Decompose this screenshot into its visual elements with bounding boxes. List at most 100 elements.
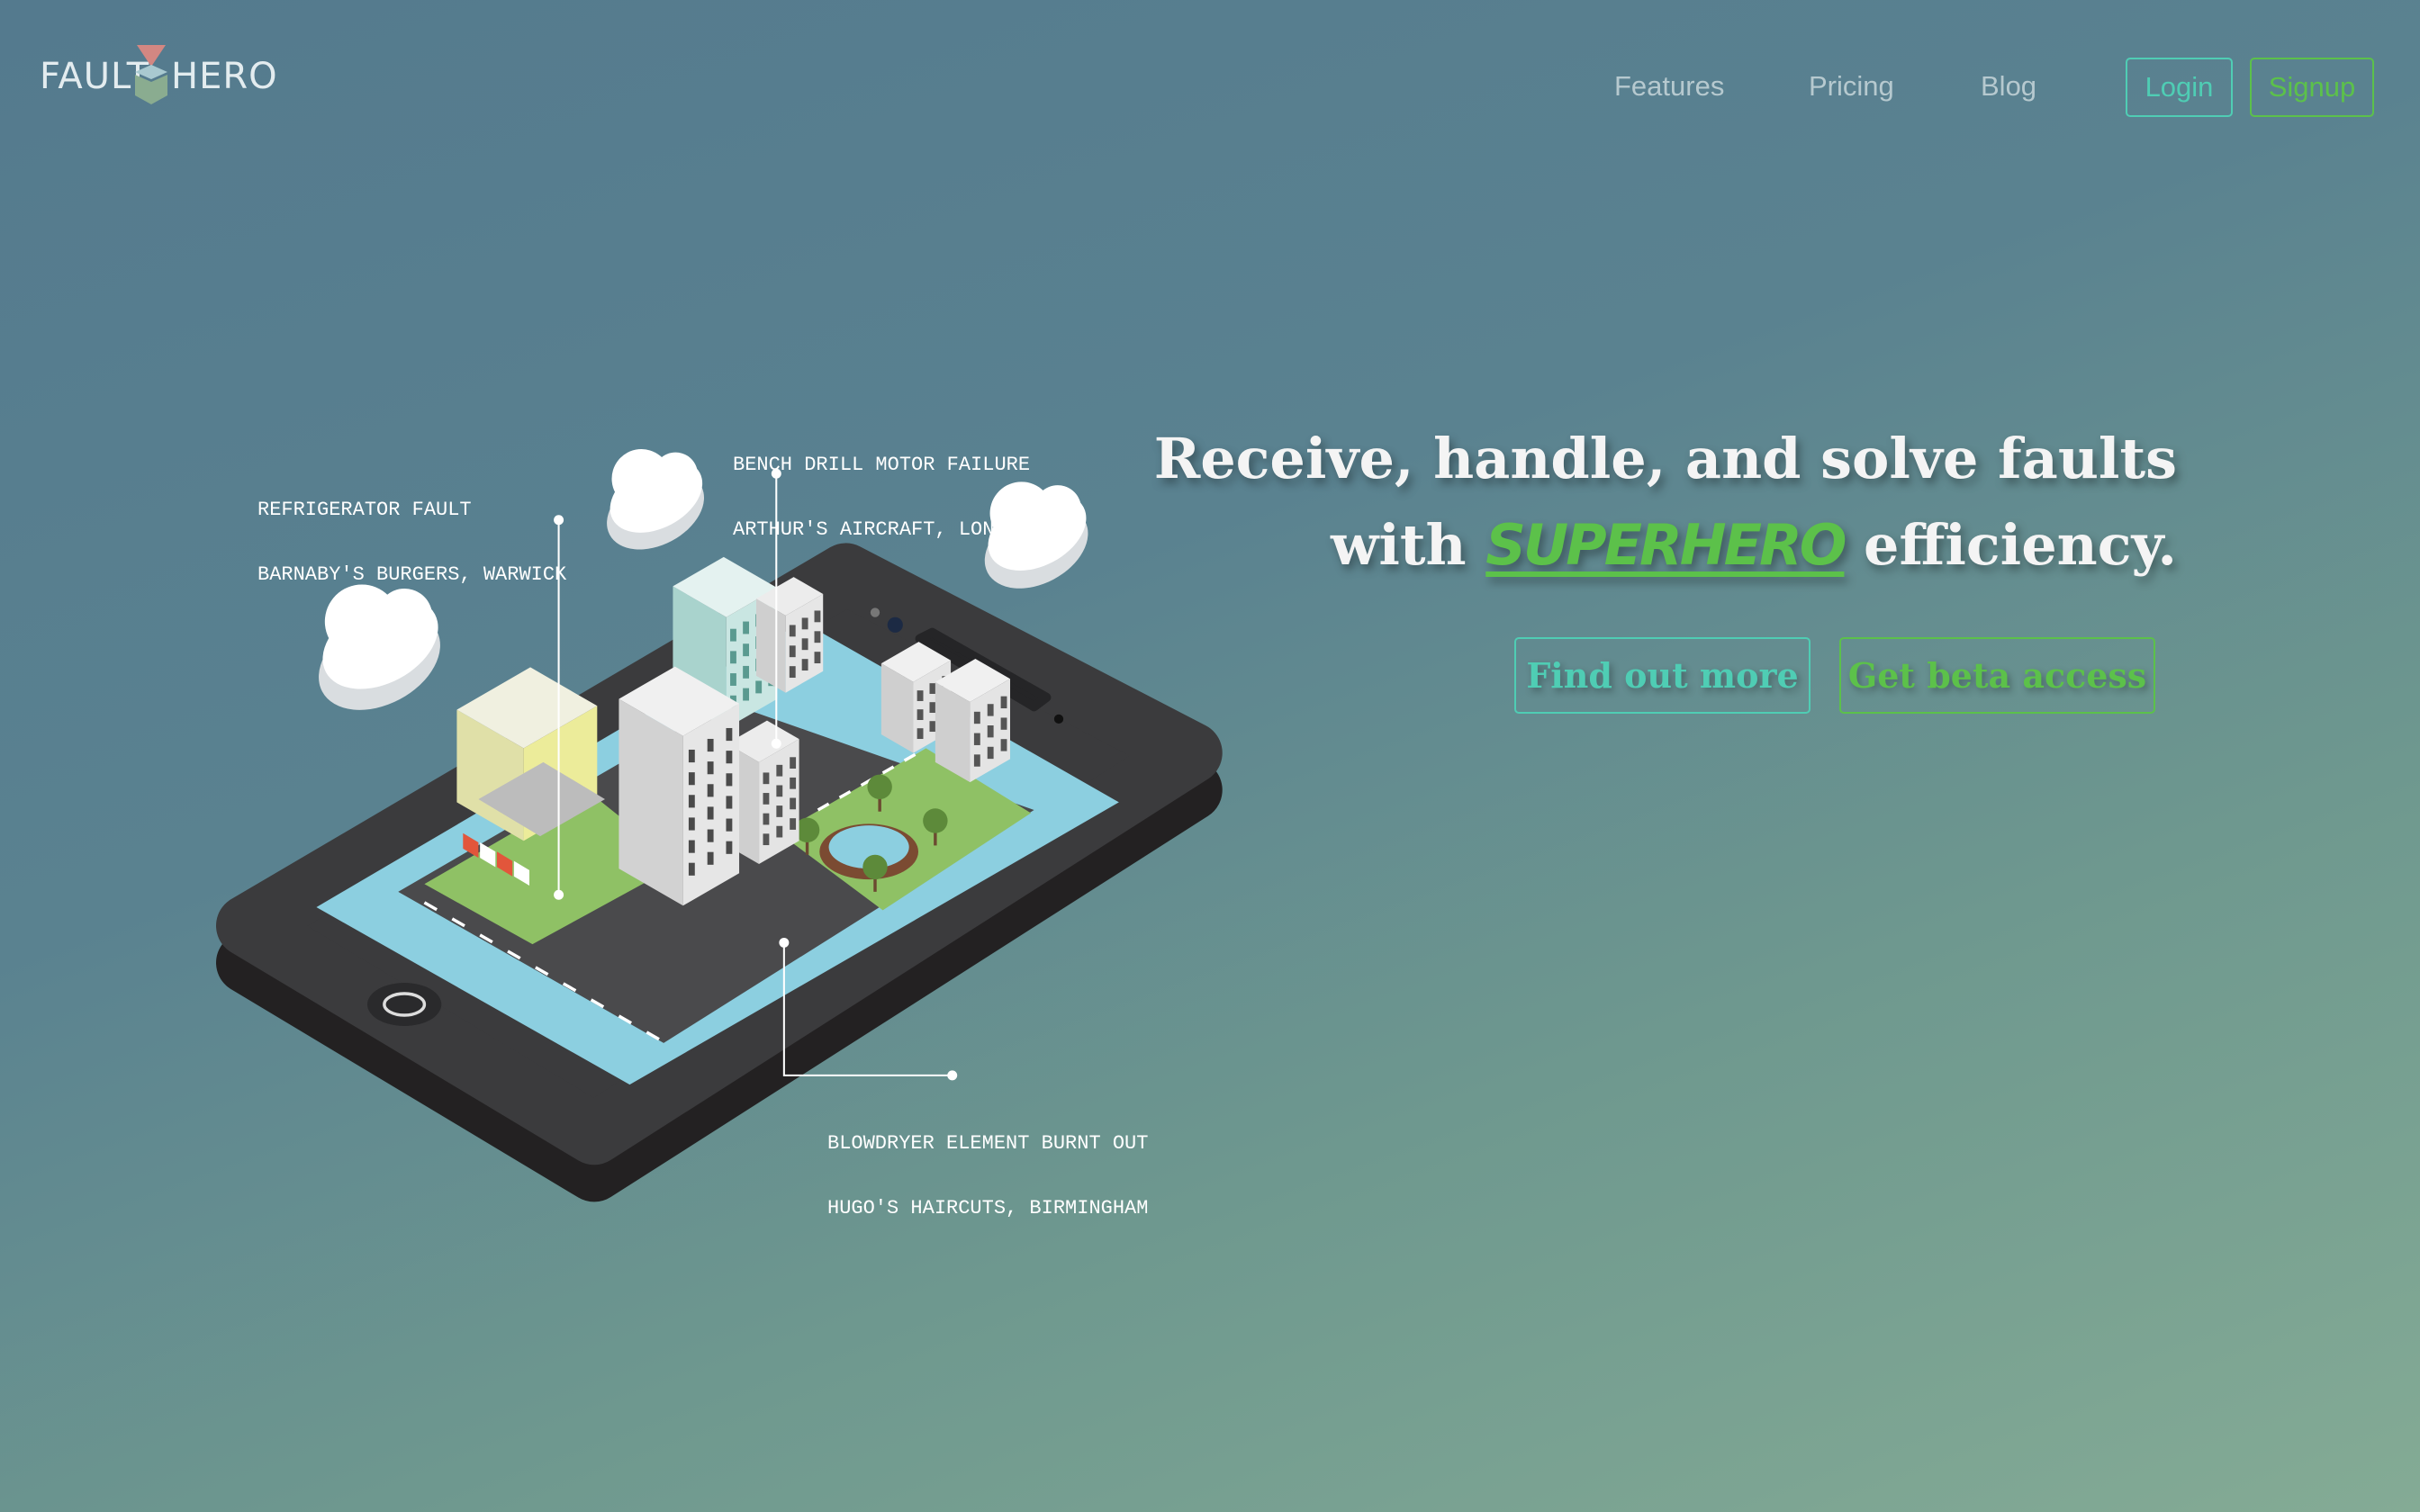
callout-refrigerator: REFRIGERATOR FAULT BARNABY'S BURGERS, WA… [257, 456, 566, 608]
window [814, 631, 821, 644]
window [776, 764, 783, 777]
window [790, 777, 797, 789]
callout-location: HUGO'S HAIRCUTS, BIRMINGHAM [827, 1197, 1149, 1220]
window [801, 617, 808, 630]
window [763, 813, 770, 825]
window [688, 862, 695, 876]
window [790, 757, 797, 770]
window [987, 746, 994, 760]
window [743, 644, 750, 657]
headline-prefix: with [1330, 512, 1467, 578]
headline-suffix: efficiency. [1864, 512, 2177, 578]
window [730, 651, 736, 664]
window [743, 665, 750, 679]
window [726, 773, 733, 787]
window [688, 795, 695, 808]
window [688, 840, 695, 853]
pointer-dot [771, 738, 781, 749]
window [726, 796, 733, 809]
window [789, 666, 796, 679]
window [973, 733, 980, 745]
headline-line-1: Receive, handle, and solve faults [1153, 426, 2177, 491]
window [801, 638, 808, 651]
superhero-highlight: SUPERHERO [1485, 512, 1847, 578]
window [789, 645, 796, 658]
window [917, 690, 924, 701]
window [973, 754, 980, 767]
window [789, 625, 796, 637]
window [776, 785, 783, 797]
home-button [367, 983, 442, 1026]
window [688, 817, 695, 831]
tree [867, 774, 892, 799]
callout-title: REFRIGERATOR FAULT [257, 499, 472, 521]
window [726, 727, 733, 742]
callout-blowdryer: BLOWDRYER ELEMENT BURNT OUT HUGO'S HAIRC… [827, 1090, 1148, 1241]
cloud-2 [607, 449, 705, 550]
callout-title: BLOWDRYER ELEMENT BURNT OUT [827, 1132, 1149, 1155]
window [707, 829, 714, 842]
window [726, 841, 733, 854]
window [1000, 717, 1007, 730]
window [763, 833, 770, 846]
window [726, 751, 733, 764]
window [1000, 696, 1007, 709]
window [763, 793, 770, 805]
logo-text-hero: HERO [171, 56, 278, 97]
callout-title: BENCH DRILL MOTOR FAILURE [733, 454, 1031, 476]
window [707, 784, 714, 797]
login-button[interactable]: Login [2126, 58, 2233, 117]
callout-bench-drill: BENCH DRILL MOTOR FAILURE ARTHUR'S AIRCR… [733, 411, 1030, 562]
window [707, 738, 714, 752]
headline-line-2: with SUPERHERO efficiency. [1154, 502, 2177, 589]
window [814, 652, 821, 664]
window [929, 721, 936, 733]
phone-camera [887, 616, 903, 633]
window [987, 704, 994, 716]
window [917, 728, 924, 740]
callout-location: ARTHUR'S AIRCRAFT, LONDON [733, 518, 1031, 541]
window [929, 702, 936, 713]
window [730, 628, 736, 642]
phone-sensor [1053, 714, 1064, 724]
window [1000, 739, 1007, 752]
window [730, 673, 736, 686]
window [688, 772, 695, 786]
window [688, 749, 695, 763]
signup-button[interactable]: Signup [2250, 58, 2374, 117]
window [929, 683, 936, 694]
window [755, 680, 763, 694]
window [790, 818, 797, 830]
window [763, 772, 770, 785]
window [707, 761, 714, 775]
callout-location: BARNABY'S BURGERS, WARWICK [257, 563, 567, 586]
window [776, 825, 783, 838]
window [707, 851, 714, 865]
get-beta-access-button[interactable]: Get beta access [1839, 637, 2155, 714]
find-out-more-button[interactable]: Find out more [1514, 637, 1810, 714]
hero-headline: Receive, handle, and solve faults with S… [1154, 416, 2177, 589]
nav-blog[interactable]: Blog [1981, 70, 2036, 103]
pointer-dot [779, 937, 790, 948]
phone-city-illustration [216, 449, 1223, 1202]
window [801, 659, 808, 671]
nav-features[interactable]: Features [1614, 70, 1724, 103]
phone-sensor [870, 608, 880, 617]
window [814, 610, 821, 623]
window [726, 818, 733, 832]
window [707, 806, 714, 820]
tree [862, 854, 888, 880]
pointer-dot [554, 889, 564, 900]
pointer-dot [947, 1070, 958, 1081]
window [743, 621, 750, 634]
window [743, 688, 750, 701]
window [987, 725, 994, 738]
logo-cube-icon [135, 45, 167, 104]
nav-pricing[interactable]: Pricing [1809, 70, 1894, 103]
window [917, 709, 924, 720]
window [776, 806, 783, 817]
tree [923, 808, 948, 833]
window [973, 711, 980, 724]
window [790, 797, 797, 810]
logo[interactable]: FAULT HERO [40, 43, 277, 108]
